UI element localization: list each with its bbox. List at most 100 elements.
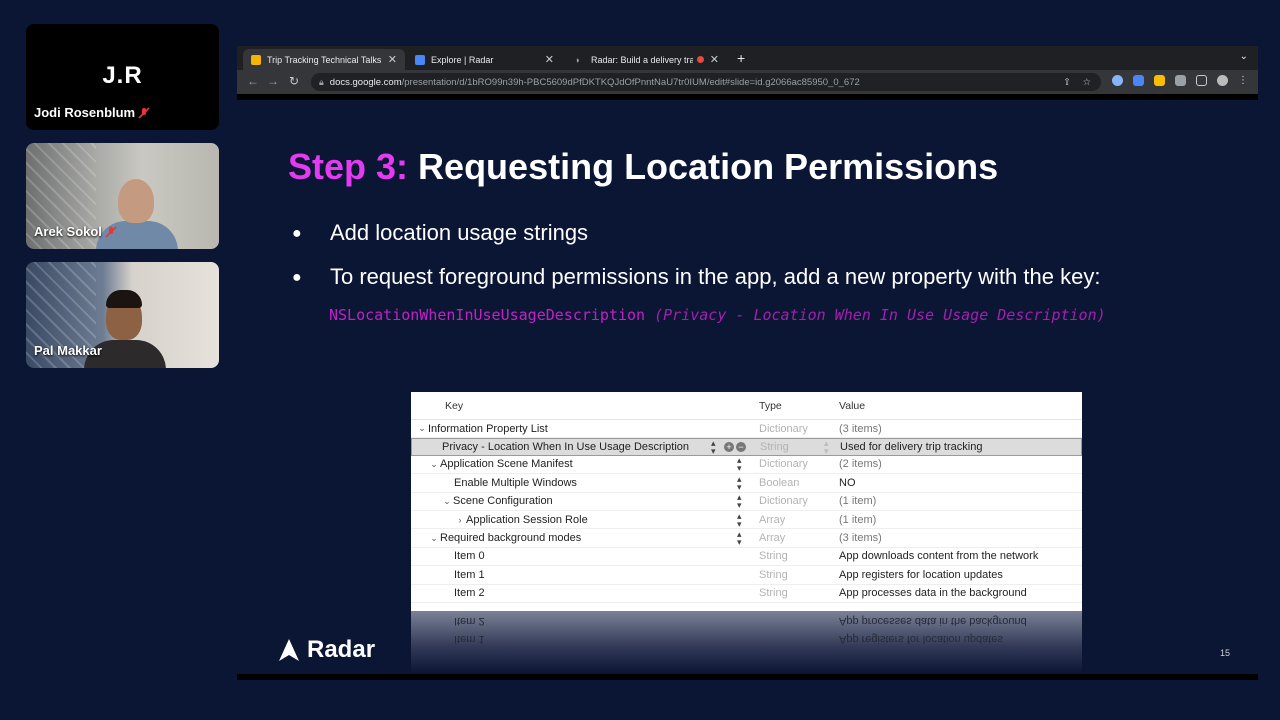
disclosure-chevron-down-icon: ⌄ <box>430 458 438 469</box>
profile-avatar[interactable] <box>1217 75 1228 86</box>
table-row: ⌄ Scene Configuration ▴ ▾ Dictionary (1 i… <box>411 493 1082 511</box>
side-panel-icon[interactable] <box>1196 75 1207 86</box>
row-value: NO <box>839 476 856 489</box>
reflected-key: Item 2 <box>454 615 485 627</box>
table-row: ⌄ Required background modes ▴ ▾ Array (3 … <box>411 529 1082 548</box>
row-key: Application Scene Manifest <box>440 458 573 471</box>
participant-name-label: Jodi Rosenblum <box>34 105 136 120</box>
extensions-area: ⋮ <box>1112 75 1248 86</box>
tab-google-slides[interactable]: Trip Tracking Technical Talks - ✕ <box>243 49 405 70</box>
table-row: ⌄ Information Property List Dictionary (… <box>411 420 1082 439</box>
disclosure-chevron-right-icon: › <box>458 514 462 525</box>
table-header: Key Type Value <box>411 392 1082 420</box>
close-tab-icon[interactable]: ✕ <box>388 53 397 66</box>
browser-toolbar: ← → ↻ 🔒︎ docs.google.com /presentation/d… <box>237 70 1258 94</box>
row-key: Privacy - Location When In Use Usage Des… <box>442 441 689 454</box>
row-value: (1 item) <box>839 495 877 508</box>
extension-icon[interactable] <box>1112 75 1123 86</box>
row-type: Array <box>759 513 786 526</box>
row-type: Dictionary <box>759 422 808 435</box>
browser-window: Trip Tracking Technical Talks - ✕ Explor… <box>237 46 1258 680</box>
slides-favicon-icon <box>251 54 261 65</box>
reflected-value: App registers for location updates <box>839 633 1003 645</box>
participant-face <box>118 179 154 223</box>
table-row: › Application Session Role ▴ ▾ Array (1 i… <box>411 511 1082 530</box>
table-row: Item 1 String App registers for location… <box>411 566 1082 585</box>
participant-hair <box>106 290 142 308</box>
reflected-value: App processes data in the background <box>839 615 1027 627</box>
tab-label: Explore | Radar <box>431 54 494 65</box>
address-bar[interactable]: 🔒︎ docs.google.com /presentation/d/1bRO9… <box>311 73 1101 91</box>
row-value: Used for delivery trip tracking <box>840 441 983 454</box>
add-row-icon: + <box>724 442 734 453</box>
participant-initials: J.R <box>102 62 143 89</box>
row-type: Boolean <box>759 476 800 489</box>
row-key: Enable Multiple Windows <box>454 476 577 489</box>
row-value: App downloads content from the network <box>839 550 1039 563</box>
slide-canvas: Step 3: Requesting Location Permissions … <box>237 100 1258 674</box>
bullet-dot-icon: ● <box>292 225 302 243</box>
tab-bar: Trip Tracking Technical Talks - ✕ Explor… <box>237 46 1258 70</box>
close-tab-icon[interactable]: ✕ <box>545 53 554 66</box>
disclosure-chevron-down-icon: ⌄ <box>418 423 426 434</box>
row-key: Application Session Role <box>466 513 588 526</box>
row-value: (1 item) <box>839 513 877 526</box>
kebab-menu-icon[interactable]: ⋮ <box>1238 75 1248 86</box>
close-tab-icon[interactable]: ✕ <box>710 53 719 66</box>
row-add-remove-controls: + − <box>724 442 746 453</box>
bullet-item: ● Add location usage strings <box>292 220 588 246</box>
row-value: (2 items) <box>839 458 882 471</box>
row-value: (3 items) <box>839 422 882 435</box>
forward-arrow-icon[interactable]: → <box>267 74 279 88</box>
participant-name-label: Pal Makkar <box>34 343 102 358</box>
row-type: String <box>759 587 788 600</box>
row-type: String <box>759 568 788 581</box>
key-stepper-icon: ▴ ▾ <box>737 492 742 511</box>
code-key-line: NSLocationWhenInUseUsageDescription (Pri… <box>329 306 1106 324</box>
row-key: Item 0 <box>454 550 485 563</box>
row-value: App processes data in the background <box>839 587 1027 600</box>
participant-tile-3[interactable]: Pal Makkar <box>26 262 219 368</box>
row-type: Dictionary <box>759 458 808 471</box>
participant-name: Arek Sokol <box>34 224 118 239</box>
table-row: Item 2 String App processes data in the … <box>411 585 1082 603</box>
step-label: Step 3: <box>288 146 409 187</box>
table-row-selected: Privacy - Location When In Use Usage Des… <box>411 438 1082 456</box>
bullet-text: Add location usage strings <box>330 220 589 245</box>
new-tab-button[interactable]: + <box>737 50 745 66</box>
tab-search-chevron-icon[interactable]: ⌄ <box>1240 51 1248 62</box>
table-row: Enable Multiple Windows ▴ ▾ Boolean NO <box>411 473 1082 493</box>
disclosure-chevron-down-icon: ⌄ <box>430 532 438 543</box>
radar-logo-icon <box>279 639 299 661</box>
participant-tile-2[interactable]: Arek Sokol <box>26 143 219 249</box>
participant-name-label: Arek Sokol <box>34 224 102 239</box>
bullet-item: ● To request foreground permissions in th… <box>292 264 1100 290</box>
extension-icon[interactable] <box>1133 75 1144 86</box>
slide-page-number: 15 <box>1219 648 1230 658</box>
share-icon[interactable]: ⇪ <box>1063 77 1071 88</box>
mic-off-icon <box>105 225 117 238</box>
tab-radar-build[interactable]: ◗ Radar: Build a delivery trac ✕ <box>567 49 727 70</box>
recording-indicator-icon <box>696 56 704 63</box>
radar-logo: Radar <box>279 636 375 664</box>
row-value: (3 items) <box>839 532 882 545</box>
back-arrow-icon[interactable]: ← <box>247 74 259 88</box>
column-header-key: Key <box>445 399 464 412</box>
table-row: ⌄ Application Scene Manifest ▴ ▾ Dictiona… <box>411 456 1082 475</box>
row-type: Array <box>759 532 786 545</box>
lock-icon: 🔒︎ <box>319 76 324 87</box>
tab-explore-radar[interactable]: Explore | Radar ✕ <box>407 49 562 70</box>
remove-row-icon: − <box>736 442 746 453</box>
participant-name: Pal Makkar <box>34 343 102 358</box>
table-reflection: Item 2 App processes data in the backgro… <box>411 611 1082 674</box>
extension-icon[interactable] <box>1154 75 1165 86</box>
participant-tile-1[interactable]: J.R Jodi Rosenblum <box>26 24 219 130</box>
tab-label: Trip Tracking Technical Talks - <box>267 54 382 65</box>
key-stepper-icon: ▴ ▾ <box>737 473 742 492</box>
row-type: String <box>759 550 788 563</box>
row-type: Dictionary <box>759 495 808 508</box>
bookmark-star-icon[interactable]: ☆ <box>1082 77 1091 88</box>
row-key: Item 1 <box>454 568 485 581</box>
reload-icon[interactable]: ↻ <box>289 74 299 88</box>
puzzle-icon[interactable] <box>1175 75 1186 86</box>
